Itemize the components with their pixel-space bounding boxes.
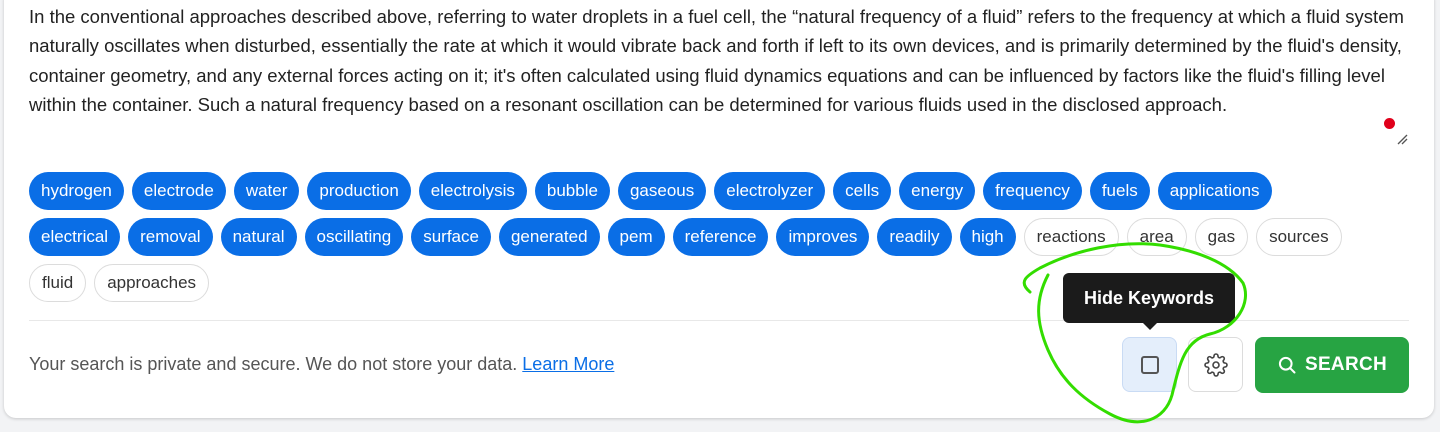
query-textarea[interactable]: In the conventional approaches described… [29,2,1409,119]
search-button-label: SEARCH [1304,354,1388,375]
keyword-chip[interactable]: fuels [1089,172,1150,210]
keyword-chip[interactable]: generated [498,218,600,256]
keyword-chip[interactable]: energy [899,172,976,210]
keyword-chip[interactable]: cells [833,172,892,210]
keyword-chip[interactable]: frequency [983,172,1082,210]
keyword-chip[interactable]: gas [1194,218,1249,256]
keyword-chip[interactable]: electrical [29,218,121,256]
keyword-chip[interactable]: hydrogen [29,172,124,210]
keyword-chip[interactable]: bubble [534,172,610,210]
hide-keywords-toggle-button[interactable] [1122,337,1177,392]
keyword-row: hydrogen electrode water production electrol… [29,172,1419,210]
gear-icon [1203,352,1228,377]
keyword-chip[interactable]: fluid [29,264,87,302]
learn-more-link[interactable]: Learn More [522,354,614,374]
keyword-chip[interactable]: electrode [131,172,226,210]
keyword-chip[interactable]: improves [776,218,870,256]
search-icon [1278,356,1296,374]
keyword-chip[interactable]: high [959,218,1016,256]
keyword-chip[interactable]: gaseous [617,172,707,210]
keyword-chip[interactable]: reference [672,218,769,256]
resize-handle-icon[interactable] [1396,133,1408,145]
keyword-chip[interactable]: pem [607,218,665,256]
keyword-chip[interactable]: surface [411,218,491,256]
privacy-notice: Your search is private and secure. We do… [29,354,614,375]
keyword-chip[interactable]: applications [1157,172,1272,210]
tooltip-arrow [1142,322,1158,330]
checkbox-icon [1140,355,1159,374]
keyword-chip[interactable]: readily [877,218,952,256]
keyword-chip[interactable]: approaches [94,264,210,302]
keyword-chip[interactable]: electrolysis [418,172,527,210]
keyword-chip[interactable]: reactions [1023,218,1119,256]
keyword-chip[interactable]: electrolyzer [714,172,826,210]
search-button[interactable]: SEARCH [1255,337,1409,393]
keyword-row: electrical removal natural oscillating surfa… [29,218,1419,256]
privacy-text: Your search is private and secure. We do… [29,354,518,374]
keyword-chip[interactable]: area [1126,218,1187,256]
keyword-chip[interactable]: oscillating [304,218,404,256]
settings-button[interactable] [1188,337,1243,392]
keyword-chip[interactable]: natural [220,218,297,256]
recording-indicator-dot [1384,118,1395,129]
keyword-chip[interactable]: production [307,172,411,210]
keyword-chip[interactable]: sources [1256,218,1342,256]
keyword-chip[interactable]: removal [128,218,213,256]
hide-keywords-tooltip: Hide Keywords [1063,273,1235,323]
keyword-chip[interactable]: water [233,172,300,210]
